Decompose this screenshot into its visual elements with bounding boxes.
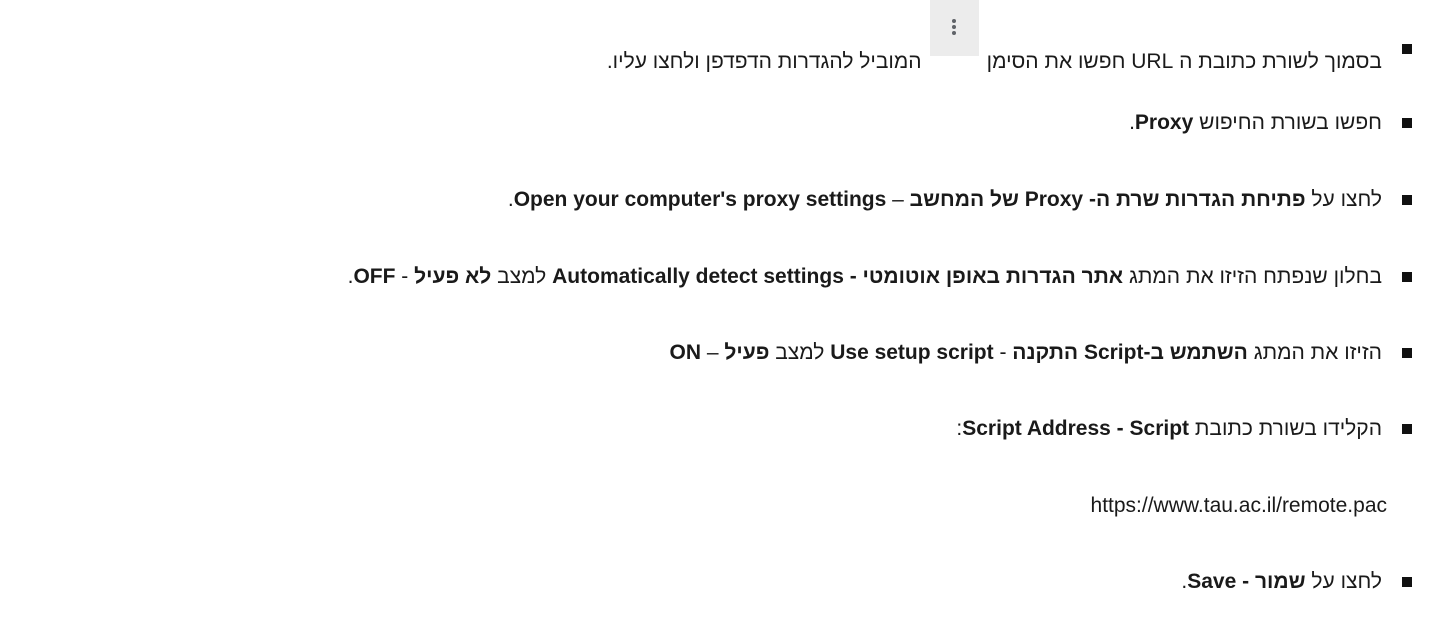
script-url: https://www.tau.ac.il/remote.pac (1090, 494, 1387, 517)
bullet-icon (1402, 272, 1412, 282)
save-term: שמור - Save (1187, 570, 1306, 593)
script-address-term: Script Address - Script (962, 417, 1190, 440)
off-state-en: OFF (353, 265, 396, 288)
step-6-text: הקלידו בשורת כתובת Script Address - Scri… (956, 417, 1382, 440)
open-proxy-settings-he: פתיחת הגדרות שרת ה- Proxy של המחשב (909, 188, 1306, 211)
more-options-icon (929, 0, 979, 56)
step-5-text: הזיזו את המתג השתמש ב-Script התקנה - Use… (669, 341, 1382, 364)
step-7-text: לחצו על שמור - Save. (1181, 570, 1382, 593)
bullet-icon (1402, 195, 1412, 205)
step-4: בחלון שנפתח הזיזו את המתג אתר הגדרות באו… (348, 257, 1439, 297)
proxy-term: Proxy (1134, 111, 1194, 134)
use-setup-script-en: Use setup script (830, 341, 994, 364)
bullet-icon (1402, 44, 1412, 54)
step-6: הקלידו בשורת כתובת Script Address - Scri… (956, 409, 1439, 449)
bullet-icon (1402, 348, 1412, 358)
step-1: בסמוך לשורת כתובת ה URL חפשו את הסימן המו… (607, 0, 1439, 73)
bullet-icon (1402, 577, 1412, 587)
step-1-pre: בסמוך לשורת כתובת ה URL חפשו את הסימן (986, 50, 1382, 73)
step-3-text: לחצו על פתיחת הגדרות שרת ה- Proxy של המח… (507, 188, 1382, 211)
open-proxy-settings-en: Open your computer's proxy settings (513, 188, 887, 211)
step-1-post: המוביל להגדרות הדפדפן ולחצו עליו. (606, 50, 922, 73)
step-2: חפשו בשורת החיפוש Proxy. (1129, 103, 1439, 143)
step-4-text: בחלון שנפתח הזיזו את המתג אתר הגדרות באו… (347, 265, 1382, 288)
step-2-text: חפשו בשורת החיפוש Proxy. (1129, 111, 1382, 134)
on-state-he: פעיל (724, 341, 770, 364)
instructions-document: בסמוך לשורת כתובת ה URL חפשו את הסימן המו… (0, 0, 1439, 622)
step-3: לחצו על פתיחת הגדרות שרת ה- Proxy של המח… (508, 180, 1439, 220)
step-5: הזיזו את המתג השתמש ב-Script התקנה - Use… (670, 333, 1439, 373)
off-state-he: לא פעיל (414, 265, 492, 288)
step-1-text: בסמוך לשורת כתובת ה URL חפשו את הסימן המו… (606, 0, 1382, 82)
bullet-icon (1402, 118, 1412, 128)
use-setup-script-he: השתמש ב-Script התקנה (1012, 341, 1248, 364)
bullet-icon (1402, 424, 1412, 434)
step-7: לחצו על שמור - Save. (1181, 562, 1439, 602)
auto-detect-setting: אתר הגדרות באופן אוטומטי - Automatically… (552, 265, 1124, 288)
on-state-en: ON (669, 341, 702, 364)
